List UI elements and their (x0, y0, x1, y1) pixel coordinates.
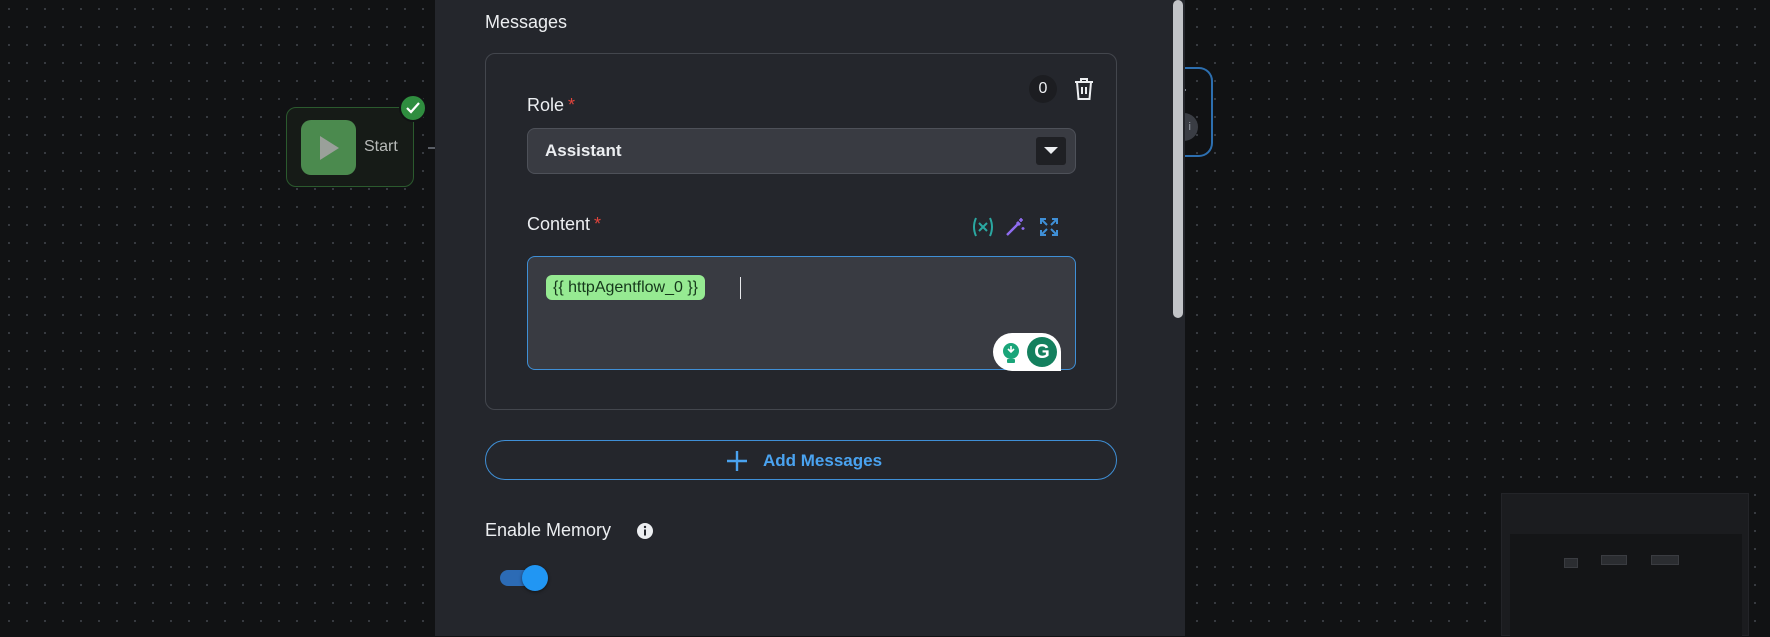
add-messages-button[interactable]: Add Messages (485, 440, 1117, 480)
toggle-knob (522, 565, 548, 591)
lightbulb-icon (1003, 343, 1019, 363)
content-label-text: Content (527, 214, 591, 234)
expand-editor-button[interactable] (1038, 216, 1060, 238)
delete-message-button[interactable] (1072, 76, 1096, 102)
node-config-panel: Messages 0 Role * Assistant Content * {{… (435, 0, 1185, 636)
caret-down-icon (1044, 147, 1058, 154)
role-dropdown-button[interactable] (1036, 137, 1066, 165)
role-select[interactable]: Assistant (527, 128, 1076, 174)
minimap-viewport (1510, 534, 1742, 637)
trash-icon (1075, 78, 1093, 100)
role-label: Role * (527, 95, 575, 116)
enable-memory-label: Enable Memory (485, 520, 612, 540)
messages-label: Messages (485, 12, 568, 32)
grammarly-icon: G (1027, 337, 1057, 367)
magic-wand-icon (1006, 218, 1025, 236)
content-label: Content * (527, 214, 601, 235)
start-node[interactable]: Start (286, 107, 414, 187)
start-node-icon-box (301, 120, 356, 175)
panel-scrollbar[interactable] (1170, 0, 1185, 636)
message-card: 0 Role * Assistant Content * {{httpAgen… (485, 53, 1117, 410)
content-editor[interactable]: {{ httpAgentflow_0 }} G (527, 256, 1076, 371)
role-select-value: Assistant (545, 141, 622, 160)
minimap[interactable] (1501, 493, 1749, 637)
info-icon[interactable] (636, 522, 654, 540)
message-index-badge: 0 (1029, 75, 1057, 103)
role-label-text: Role (527, 95, 565, 115)
scrollbar-thumb[interactable] (1173, 0, 1183, 318)
status-check-icon (399, 94, 427, 122)
grammarly-widget[interactable]: G (993, 333, 1061, 371)
minimap-node (1601, 555, 1627, 565)
expand-icon (1040, 218, 1058, 236)
minimap-node (1651, 555, 1679, 565)
play-icon (320, 136, 339, 160)
variable-icon (973, 217, 993, 237)
magic-wand-button[interactable] (1004, 216, 1026, 238)
insert-variable-button[interactable] (971, 216, 993, 238)
add-messages-label: Add Messages (763, 451, 883, 470)
plus-icon (727, 451, 747, 471)
required-mark: * (594, 214, 602, 234)
enable-memory-toggle[interactable] (500, 565, 548, 591)
required-mark: * (568, 95, 576, 115)
start-node-label: Start (364, 138, 398, 155)
minimap-node (1564, 558, 1578, 568)
variable-chip[interactable]: {{ httpAgentflow_0 }} (546, 275, 706, 300)
text-cursor (740, 277, 741, 299)
